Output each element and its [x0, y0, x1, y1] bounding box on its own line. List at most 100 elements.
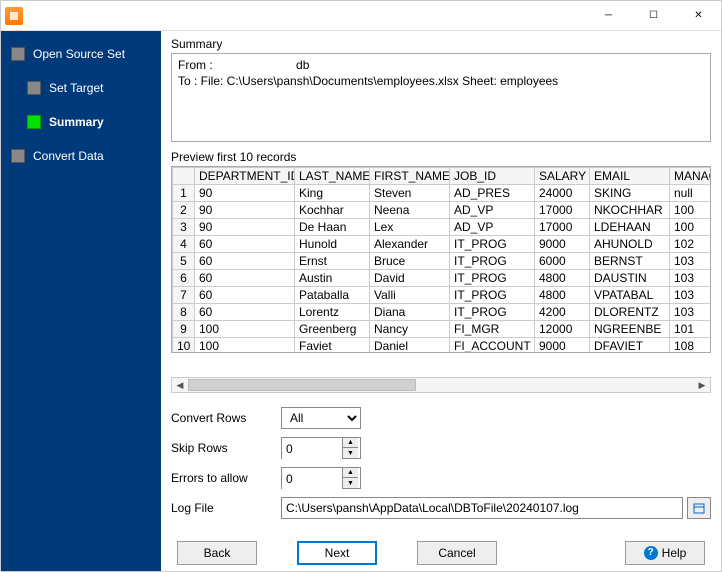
table-cell[interactable]: Nancy	[370, 320, 450, 337]
table-cell[interactable]: DLORENTZ	[590, 303, 670, 320]
table-cell[interactable]: 100	[670, 218, 712, 235]
table-cell[interactable]: Daniel	[370, 337, 450, 353]
table-row[interactable]: 460HunoldAlexanderIT_PROG9000AHUNOLD102	[173, 235, 712, 252]
row-number[interactable]: 9	[173, 320, 195, 337]
table-cell[interactable]: Neena	[370, 201, 450, 218]
browse-log-file-button[interactable]	[687, 497, 711, 519]
table-cell[interactable]: 100	[195, 320, 295, 337]
table-cell[interactable]: 103	[670, 286, 712, 303]
table-cell[interactable]: 60	[195, 303, 295, 320]
table-cell[interactable]: 100	[670, 201, 712, 218]
table-cell[interactable]: 12000	[535, 320, 590, 337]
close-button[interactable]: ✕	[676, 1, 721, 31]
table-cell[interactable]: AD_VP	[450, 218, 535, 235]
table-cell[interactable]: AD_PRES	[450, 184, 535, 201]
help-button[interactable]: ? Help	[625, 541, 705, 565]
row-number[interactable]: 8	[173, 303, 195, 320]
column-header[interactable]: FIRST_NAME	[370, 167, 450, 184]
table-row[interactable]: 390De HaanLexAD_VP17000LDEHAAN100	[173, 218, 712, 235]
column-header[interactable]: JOB_ID	[450, 167, 535, 184]
table-row[interactable]: 290KochharNeenaAD_VP17000NKOCHHAR100	[173, 201, 712, 218]
table-cell[interactable]: DFAVIET	[590, 337, 670, 353]
column-header[interactable]: EMAIL	[590, 167, 670, 184]
table-cell[interactable]: VPATABAL	[590, 286, 670, 303]
table-cell[interactable]: Kochhar	[295, 201, 370, 218]
table-cell[interactable]: De Haan	[295, 218, 370, 235]
table-cell[interactable]: Diana	[370, 303, 450, 320]
row-number[interactable]: 10	[173, 337, 195, 353]
table-cell[interactable]: Ernst	[295, 252, 370, 269]
scroll-track[interactable]	[188, 378, 694, 392]
log-file-input[interactable]	[281, 497, 683, 519]
scroll-left-icon[interactable]: ◀	[172, 378, 188, 392]
sidebar-step-convert-data[interactable]: Convert Data	[5, 145, 157, 167]
table-cell[interactable]: IT_PROG	[450, 235, 535, 252]
table-cell[interactable]: BERNST	[590, 252, 670, 269]
row-number[interactable]: 6	[173, 269, 195, 286]
table-cell[interactable]: NGREENBE	[590, 320, 670, 337]
table-cell[interactable]: King	[295, 184, 370, 201]
table-cell[interactable]: 90	[195, 184, 295, 201]
table-cell[interactable]: FI_MGR	[450, 320, 535, 337]
table-cell[interactable]: IT_PROG	[450, 303, 535, 320]
errors-allow-spinner[interactable]: ▲ ▼	[281, 467, 361, 489]
skip-rows-spinner[interactable]: ▲ ▼	[281, 437, 361, 459]
scroll-right-icon[interactable]: ▶	[694, 378, 710, 392]
table-cell[interactable]: IT_PROG	[450, 286, 535, 303]
row-number[interactable]: 5	[173, 252, 195, 269]
row-number[interactable]: 3	[173, 218, 195, 235]
table-cell[interactable]: 103	[670, 269, 712, 286]
table-cell[interactable]: Austin	[295, 269, 370, 286]
table-cell[interactable]: Pataballa	[295, 286, 370, 303]
table-cell[interactable]: IT_PROG	[450, 252, 535, 269]
table-cell[interactable]: 101	[670, 320, 712, 337]
row-number[interactable]: 4	[173, 235, 195, 252]
table-cell[interactable]: 4800	[535, 286, 590, 303]
table-cell[interactable]: null	[670, 184, 712, 201]
table-cell[interactable]: AD_VP	[450, 201, 535, 218]
table-cell[interactable]: 24000	[535, 184, 590, 201]
table-cell[interactable]: Alexander	[370, 235, 450, 252]
maximize-button[interactable]: ☐	[631, 1, 676, 31]
table-cell[interactable]: 90	[195, 218, 295, 235]
table-cell[interactable]: 9000	[535, 337, 590, 353]
table-cell[interactable]: 60	[195, 286, 295, 303]
skip-rows-input[interactable]	[282, 438, 342, 460]
table-cell[interactable]: 9000	[535, 235, 590, 252]
table-row[interactable]: 10100FavietDanielFI_ACCOUNT9000DFAVIET10…	[173, 337, 712, 353]
column-header[interactable]: MANAG	[670, 167, 712, 184]
table-cell[interactable]: AHUNOLD	[590, 235, 670, 252]
table-row[interactable]: 190KingStevenAD_PRES24000SKINGnull	[173, 184, 712, 201]
table-row[interactable]: 760PataballaValliIT_PROG4800VPATABAL103	[173, 286, 712, 303]
sidebar-step-open-source[interactable]: Open Source Set	[5, 43, 157, 65]
table-cell[interactable]: Faviet	[295, 337, 370, 353]
cancel-button[interactable]: Cancel	[417, 541, 497, 565]
column-header[interactable]: LAST_NAME	[295, 167, 370, 184]
table-cell[interactable]: Greenberg	[295, 320, 370, 337]
next-button[interactable]: Next	[297, 541, 377, 565]
spinner-down-icon[interactable]: ▼	[343, 478, 358, 488]
row-number[interactable]: 1	[173, 184, 195, 201]
table-cell[interactable]: 6000	[535, 252, 590, 269]
convert-rows-select[interactable]: All	[281, 407, 361, 429]
spinner-up-icon[interactable]: ▲	[343, 468, 358, 479]
table-row[interactable]: 660AustinDavidIT_PROG4800DAUSTIN103	[173, 269, 712, 286]
scroll-thumb[interactable]	[188, 379, 416, 391]
back-button[interactable]: Back	[177, 541, 257, 565]
row-number[interactable]: 7	[173, 286, 195, 303]
column-header[interactable]: SALARY	[535, 167, 590, 184]
column-header[interactable]: DEPARTMENT_ID	[195, 167, 295, 184]
table-cell[interactable]: LDEHAAN	[590, 218, 670, 235]
table-cell[interactable]: 108	[670, 337, 712, 353]
table-cell[interactable]: IT_PROG	[450, 269, 535, 286]
table-cell[interactable]: 60	[195, 252, 295, 269]
table-row[interactable]: 560ErnstBruceIT_PROG6000BERNST103	[173, 252, 712, 269]
table-cell[interactable]: 60	[195, 269, 295, 286]
table-row[interactable]: 860LorentzDianaIT_PROG4200DLORENTZ103	[173, 303, 712, 320]
table-cell[interactable]: FI_ACCOUNT	[450, 337, 535, 353]
table-cell[interactable]: 17000	[535, 218, 590, 235]
table-cell[interactable]: 4800	[535, 269, 590, 286]
table-cell[interactable]: 4200	[535, 303, 590, 320]
table-cell[interactable]: David	[370, 269, 450, 286]
table-row[interactable]: 9100GreenbergNancyFI_MGR12000NGREENBE101	[173, 320, 712, 337]
